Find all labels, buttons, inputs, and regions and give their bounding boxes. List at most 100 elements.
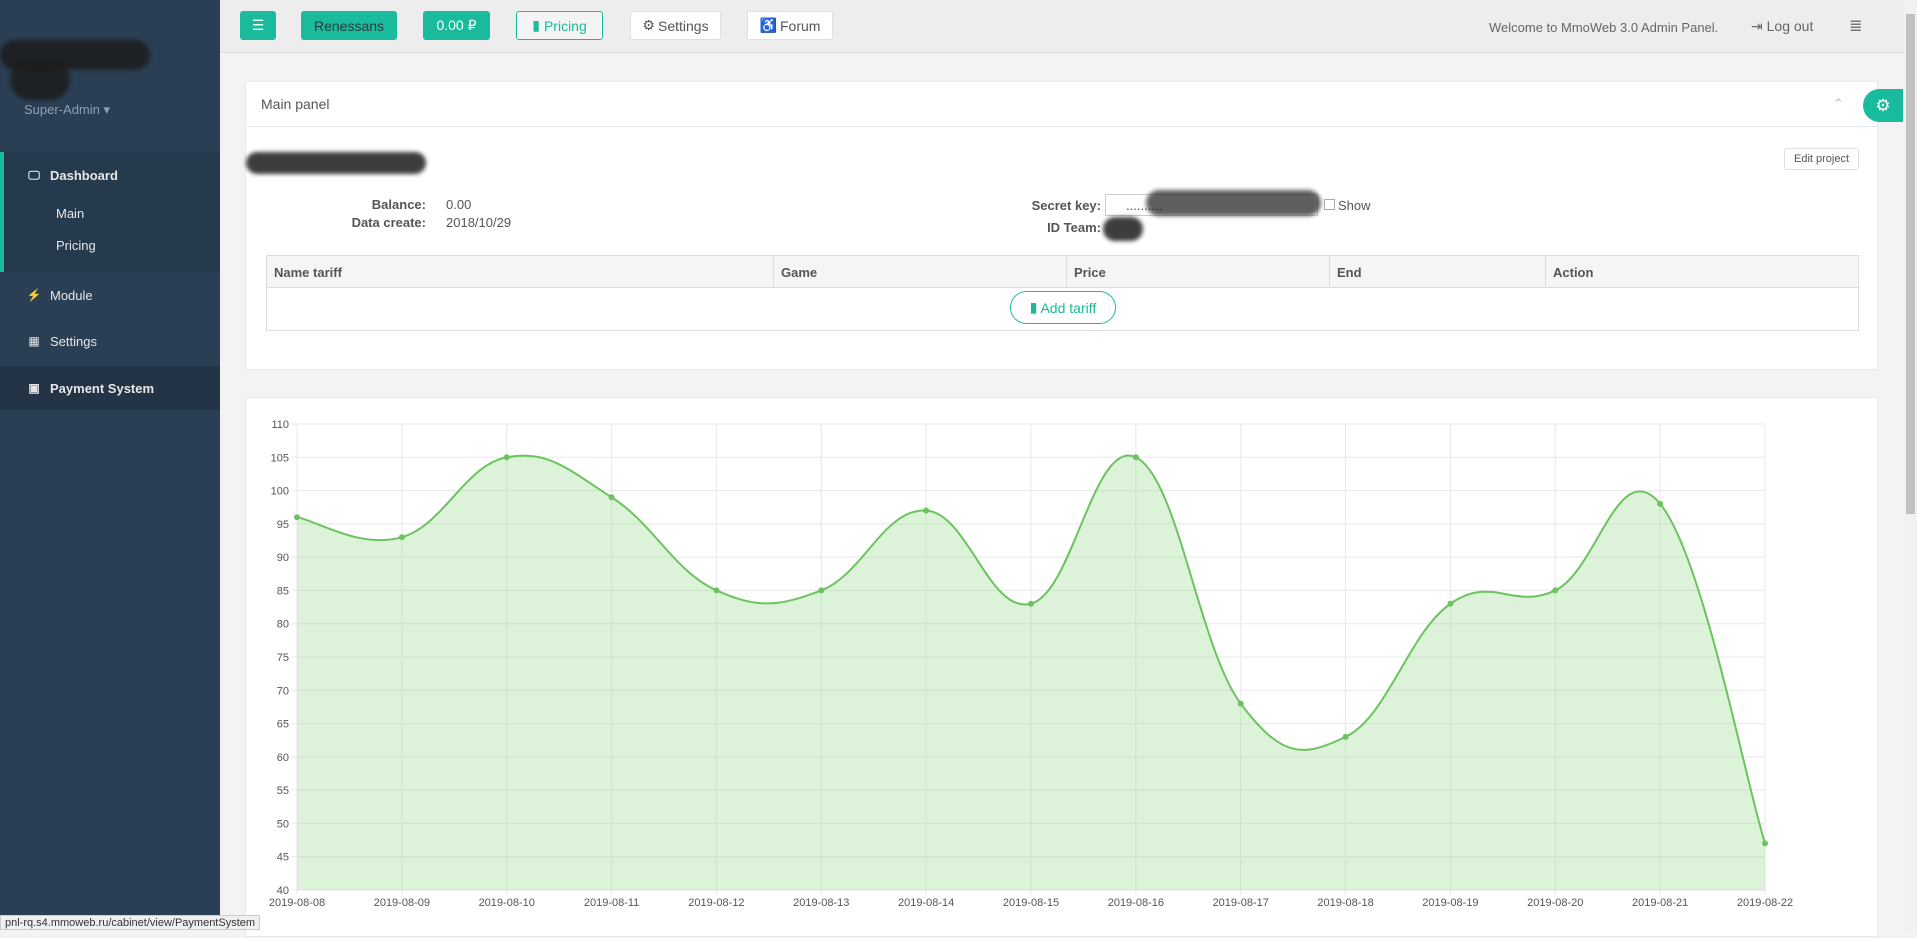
menu-toggle-button[interactable]: ☰	[240, 11, 276, 40]
y-tick-label: 60	[277, 752, 289, 764]
id-team-label: ID Team:	[1047, 220, 1101, 235]
data-point	[713, 587, 720, 594]
data-point	[923, 507, 930, 514]
data-point	[1657, 500, 1664, 507]
y-tick-label: 105	[271, 452, 289, 464]
label: Pricing	[543, 17, 587, 34]
main-panel: Main panel ⌃ Edit project Balance: 0.00 …	[245, 81, 1878, 370]
x-tick-label: 2019-08-17	[1213, 897, 1269, 909]
show-checkbox[interactable]	[1324, 199, 1335, 210]
project-select-button[interactable]: Renessans	[301, 11, 397, 40]
sidebar-item-payment-system[interactable]: ▣ Payment System	[0, 376, 220, 400]
chart-panel: 40 45 50 55 60 65 70 75 80 85 90 95 100 105 110 2019-08…	[245, 397, 1878, 937]
label: Add tariff	[1040, 299, 1097, 316]
label: Settings	[657, 17, 709, 34]
x-tick-label: 2019-08-16	[1108, 897, 1164, 909]
list-icon[interactable]: ≣	[1849, 16, 1862, 36]
y-tick-label: 95	[277, 519, 289, 531]
redaction	[1146, 190, 1321, 216]
label: Payment System	[50, 380, 155, 396]
x-tick-label: 2019-08-20	[1527, 897, 1583, 909]
sidebar: Super-Admin ▾ 🖵 Dashboard Main Pricing ⚡ M…	[0, 0, 220, 930]
x-tick-label: 2019-08-11	[584, 897, 639, 909]
data-point	[294, 514, 300, 521]
hamburger-icon: ☰	[251, 17, 265, 33]
date-value: 2018/10/29	[446, 215, 512, 230]
y-tick-label: 85	[277, 585, 289, 597]
data-point	[1237, 700, 1244, 707]
x-tick-label: 2019-08-12	[688, 897, 744, 909]
scrollbar[interactable]	[1904, 0, 1917, 930]
collapse-icon[interactable]: ⌃	[1833, 96, 1844, 112]
tariff-table: Name tariff Game Price End Action ▮ Add t…	[266, 255, 1859, 331]
data-point	[503, 454, 510, 461]
col-game: Game	[773, 256, 824, 288]
wheelchair-icon: ♿	[759, 17, 777, 33]
panel-header	[246, 82, 1877, 127]
x-tick-label: 2019-08-13	[793, 897, 849, 909]
balance-button[interactable]: 0.00 ₽	[423, 11, 490, 40]
sidebar-item-settings[interactable]: ▦ Settings	[0, 329, 220, 353]
data-point	[818, 587, 825, 594]
y-tick-label: 50	[277, 818, 289, 830]
y-tick-label: 110	[271, 419, 289, 431]
col-price: Price	[1066, 256, 1113, 288]
sidebar-item-dashboard[interactable]: 🖵 Dashboard	[0, 163, 220, 187]
settings-button[interactable]: ⚙ Settings	[630, 11, 721, 40]
col-action: Action	[1545, 256, 1600, 288]
data-point	[1762, 840, 1768, 847]
sidebar-item-module[interactable]: ⚡ Module	[0, 283, 220, 307]
redaction	[1103, 217, 1143, 241]
briefcase-icon: ▮	[532, 17, 540, 33]
money-icon: ▣	[28, 381, 40, 395]
edit-project-button[interactable]: Edit project	[1784, 148, 1859, 170]
data-point	[608, 494, 615, 501]
col-end: End	[1329, 256, 1369, 288]
plug-icon: ⚡	[26, 288, 42, 302]
label: Log out	[1766, 18, 1814, 34]
line-chart: 40 45 50 55 60 65 70 75 80 85 90 95 100 105 110 2019-08…	[269, 419, 1793, 909]
scrollbar-thumb[interactable]	[1906, 14, 1915, 514]
logout-link[interactable]: ⇥ Log out	[1751, 18, 1813, 35]
balance-label: Balance:	[371, 197, 426, 212]
sign-out-icon: ⇥	[1751, 18, 1763, 34]
secret-key-label: Secret key:	[1031, 198, 1101, 213]
forum-button[interactable]: ♿ Forum	[747, 11, 833, 40]
y-tick-label: 65	[277, 719, 289, 731]
monitor-icon: 🖵	[28, 167, 40, 182]
y-tick-label: 90	[277, 552, 289, 564]
x-tick-label: 2019-08-08	[269, 897, 325, 909]
avatar	[10, 60, 70, 100]
y-tick-label: 40	[277, 885, 289, 897]
add-tariff-button[interactable]: ▮ Add tariff	[1010, 291, 1116, 324]
label: Renessans	[313, 17, 385, 34]
label: Module	[50, 287, 93, 303]
welcome-text: Welcome to MmoWeb 3.0 Admin Panel.	[1489, 20, 1719, 35]
pricing-button[interactable]: ▮ Pricing	[516, 11, 603, 40]
status-bar-url: pnl-rq.s4.mmoweb.ru/cabinet/view/Payment…	[0, 915, 261, 930]
briefcase-icon: ▮	[1029, 299, 1038, 315]
grid-icon: ▦	[28, 334, 40, 348]
project-name-redacted	[246, 152, 426, 174]
gears-icon[interactable]: ⚙	[1863, 89, 1903, 122]
user-menu[interactable]: Super-Admin ▾	[24, 102, 110, 118]
y-tick-label: 70	[277, 685, 289, 697]
table-header: Name tariff Game Price End Action	[267, 256, 1858, 288]
x-tick-label: 2019-08-19	[1422, 897, 1478, 909]
label: Dashboard	[50, 167, 118, 183]
y-tick-label: 45	[277, 852, 289, 864]
sidebar-item-main[interactable]: Main	[56, 206, 84, 221]
data-point	[1342, 733, 1349, 740]
sidebar-item-pricing[interactable]: Pricing	[56, 238, 96, 253]
balance-value: 0.00	[446, 197, 472, 212]
y-tick-label: 100	[271, 486, 289, 498]
gear-icon: ⚙	[642, 17, 655, 33]
x-tick-label: 2019-08-15	[1003, 897, 1059, 909]
data-point	[1132, 454, 1139, 461]
x-tick-label: 2019-08-21	[1632, 897, 1688, 909]
y-tick-label: 55	[277, 785, 289, 797]
show-label: Show	[1338, 198, 1371, 213]
panel-title: Main panel	[261, 96, 330, 112]
x-tick-label: 2019-08-22	[1737, 897, 1793, 909]
label: Settings	[50, 333, 97, 349]
